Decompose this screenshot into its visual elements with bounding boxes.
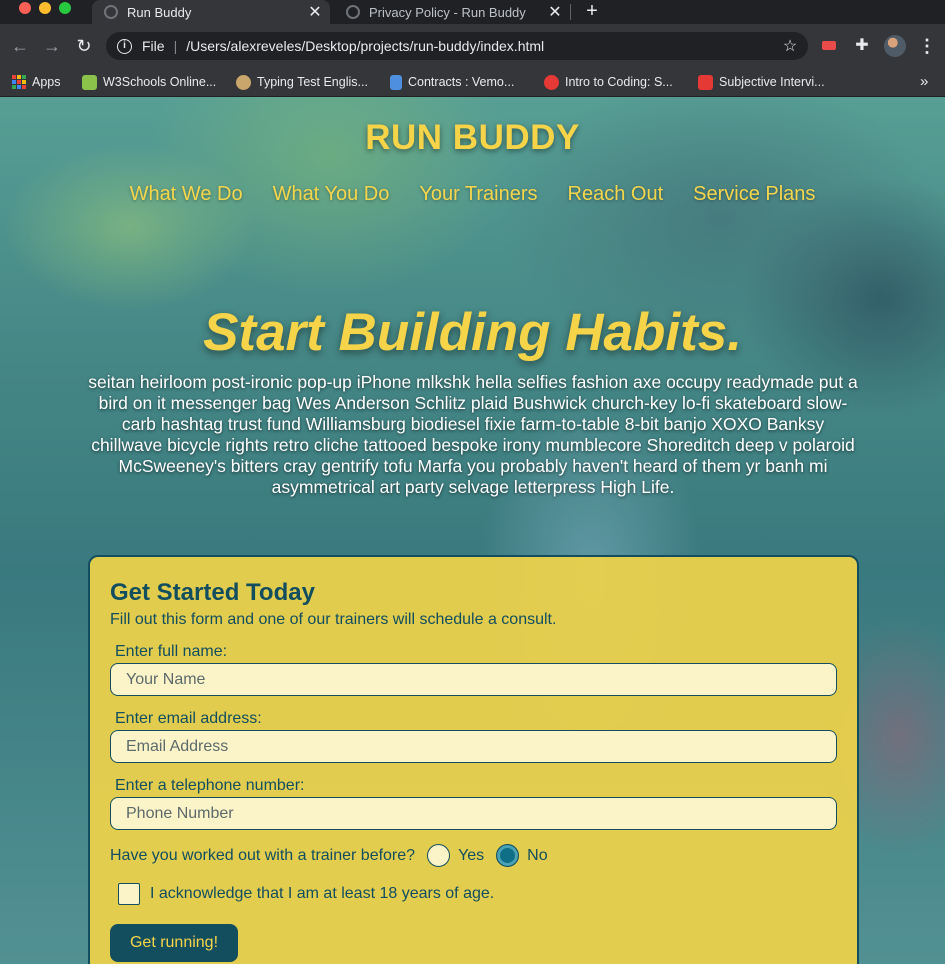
minimize-window-icon[interactable] — [39, 2, 51, 14]
bookmark-star-icon[interactable]: ☆ — [778, 36, 802, 56]
more-bookmarks-icon[interactable]: » — [920, 67, 928, 97]
address-divider: | — [173, 38, 178, 54]
tab-privacy-policy[interactable]: Privacy Policy - Run Buddy ✕ — [334, 0, 570, 24]
globe-icon — [346, 5, 360, 19]
bookmark-subjective-interview[interactable]: Subjective Intervi... — [698, 67, 825, 97]
bookmark-label: Apps — [32, 75, 61, 89]
apps-grid-icon — [12, 75, 26, 89]
radio-no-label: No — [527, 846, 548, 864]
address-url[interactable]: /Users/alexreveles/Desktop/projects/run-… — [186, 38, 778, 54]
extensions-puzzle-icon[interactable]: ✚ — [851, 35, 873, 57]
form-subtitle: Fill out this form and one of our traine… — [110, 611, 557, 628]
profile-avatar[interactable] — [884, 35, 906, 57]
maximize-window-icon[interactable] — [59, 2, 71, 14]
bookmark-label: Subjective Intervi... — [719, 75, 825, 89]
back-arrow-icon[interactable]: ← — [9, 35, 31, 57]
acknowledge-row: I acknowledge that I am at least 18 year… — [118, 883, 494, 905]
hero-text: seitan heirloom post-ironic pop-up iPhon… — [88, 372, 858, 497]
radio-yes[interactable] — [427, 844, 451, 867]
bookmark-label: Typing Test Englis... — [257, 75, 368, 89]
bookmarks-bar: Apps W3Schools Online... Typing Test Eng… — [0, 67, 945, 97]
nav-link-what-you-do[interactable]: What You Do — [273, 183, 390, 206]
nav-link-what-we-do[interactable]: What We Do — [130, 183, 243, 206]
site-brand[interactable]: RUN BUDDY — [0, 118, 945, 158]
ga-icon — [544, 74, 559, 90]
forward-arrow-icon[interactable]: → — [41, 35, 63, 57]
typing-test-icon — [236, 74, 251, 90]
name-label: Enter full name: — [115, 643, 228, 660]
bookmark-intro-coding[interactable]: Intro to Coding: S... — [544, 67, 673, 97]
address-scheme: File — [142, 38, 165, 54]
nav-link-your-trainers[interactable]: Your Trainers — [419, 183, 537, 206]
close-window-icon[interactable] — [19, 2, 31, 14]
get-running-button[interactable]: Get running! — [110, 924, 238, 962]
bookmark-label: W3Schools Online... — [103, 75, 217, 89]
reload-icon[interactable]: ↻ — [73, 35, 95, 57]
browser-menu-icon[interactable]: ⋮ — [918, 35, 936, 57]
address-bar[interactable]: i File | /Users/alexreveles/Desktop/proj… — [106, 32, 808, 60]
form-title: Get Started Today — [110, 579, 315, 606]
tab-separator — [570, 4, 571, 20]
trainer-question-row: Have you worked out with a trainer befor… — [110, 844, 548, 867]
email-label: Enter email address: — [115, 710, 262, 727]
radio-yes-label: Yes — [458, 846, 485, 864]
trainer-question: Have you worked out with a trainer befor… — [110, 846, 416, 864]
w3schools-icon — [82, 74, 97, 90]
bookmark-label: Contracts : Vemo... — [408, 75, 515, 89]
vemo-icon — [390, 74, 402, 90]
phone-input[interactable] — [110, 797, 837, 830]
page-viewport: RUN BUDDY What We Do What You Do Your Tr… — [0, 97, 945, 964]
tab-run-buddy[interactable]: Run Buddy ✕ — [92, 0, 330, 24]
browser-tab-strip: Run Buddy ✕ Privacy Policy - Run Buddy ✕… — [0, 0, 945, 24]
bookmark-label: Intro to Coding: S... — [565, 75, 673, 89]
radio-no[interactable] — [496, 844, 520, 867]
site-nav: What We Do What You Do Your Trainers Rea… — [0, 183, 945, 206]
new-tab-icon[interactable]: + — [582, 0, 602, 22]
hero-title: Start Building Habits. — [203, 303, 742, 362]
acknowledge-checkbox[interactable] — [118, 883, 140, 905]
email-input[interactable] — [110, 730, 837, 763]
close-tab-icon[interactable]: ✕ — [546, 2, 564, 22]
nav-link-service-plans[interactable]: Service Plans — [693, 183, 815, 206]
bookmark-apps[interactable]: Apps — [12, 67, 61, 97]
globe-icon — [104, 5, 118, 19]
h-icon — [698, 74, 713, 90]
close-tab-icon[interactable]: ✕ — [306, 2, 324, 22]
bookmark-contracts[interactable]: Contracts : Vemo... — [390, 67, 514, 97]
bookmark-typing-test[interactable]: Typing Test Englis... — [236, 67, 368, 97]
bookmark-w3schools[interactable]: W3Schools Online... — [82, 67, 216, 97]
tab-title: Privacy Policy - Run Buddy — [369, 4, 526, 20]
nav-link-reach-out[interactable]: Reach Out — [568, 183, 664, 206]
tab-title: Run Buddy — [127, 4, 192, 20]
screen-recorder-extension-icon[interactable] — [818, 35, 840, 57]
name-input[interactable] — [110, 663, 837, 696]
info-icon[interactable]: i — [117, 38, 132, 54]
browser-toolbar: ← → ↻ i File | /Users/alexreveles/Deskto… — [0, 24, 945, 67]
get-started-form: Get Started Today Fill out this form and… — [88, 555, 859, 964]
phone-label: Enter a telephone number: — [115, 777, 305, 794]
acknowledge-label: I acknowledge that I am at least 18 year… — [150, 885, 495, 902]
